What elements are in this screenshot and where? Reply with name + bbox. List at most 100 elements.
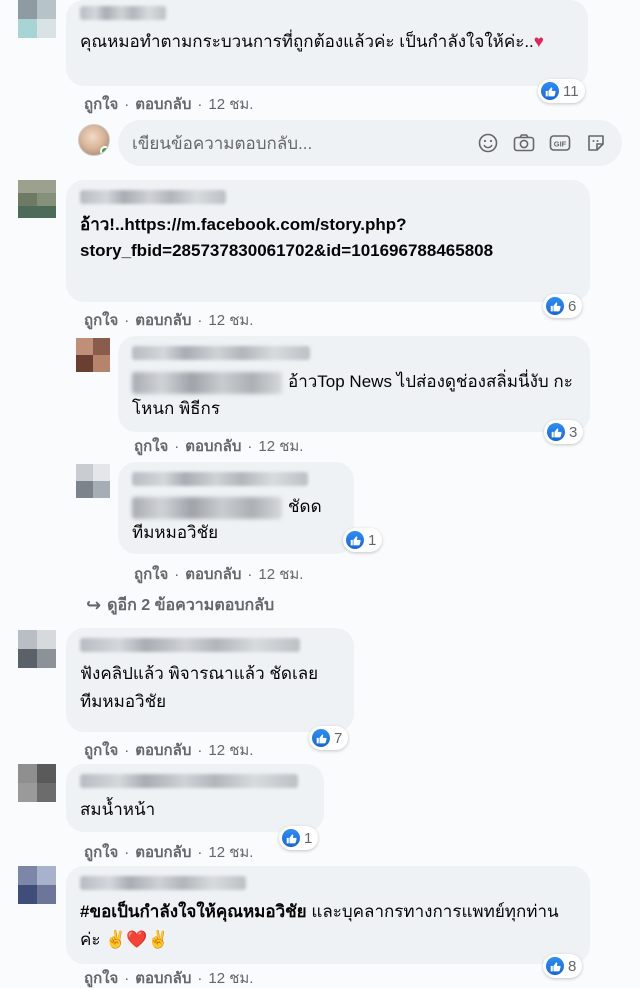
reply-input[interactable]: เขียนข้อความตอบกลับ... GIF bbox=[118, 120, 622, 166]
reply-arrow-icon: ↪ bbox=[86, 595, 102, 615]
comment-actions: ถูกใจ · ตอบกลับ · 12 ชม. bbox=[84, 738, 253, 762]
like-icon bbox=[546, 957, 564, 975]
reply-input-placeholder: เขียนข้อความตอบกลับ... bbox=[132, 133, 313, 153]
avatar[interactable] bbox=[18, 630, 56, 668]
reply-bubble: ชัดด ทีมหมอวิชัย bbox=[118, 462, 354, 554]
reply-button[interactable]: ตอบกลับ bbox=[135, 738, 191, 762]
svg-text:GIF: GIF bbox=[554, 140, 567, 149]
gif-icon[interactable]: GIF bbox=[548, 131, 572, 155]
separator: · bbox=[197, 95, 203, 113]
timestamp[interactable]: 12 ชม. bbox=[208, 308, 253, 332]
reply-bubble: อ้าวTop News ไปส่องดูช่องสลิ่มนี่งับ กะโ… bbox=[118, 336, 590, 432]
emoji-icon[interactable] bbox=[476, 131, 500, 155]
commenter-name-blurred[interactable] bbox=[80, 876, 246, 890]
comment-bubble: อ้าว!..https://m.facebook.com/story.php?… bbox=[66, 180, 590, 302]
reply-button[interactable]: ตอบกลับ bbox=[185, 434, 241, 458]
like-count: 1 bbox=[304, 829, 313, 847]
like-button[interactable]: ถูกใจ bbox=[134, 562, 168, 586]
avatar[interactable] bbox=[18, 866, 56, 904]
commenter-name-blurred[interactable] bbox=[80, 6, 166, 20]
separator: · bbox=[124, 969, 130, 987]
hashtag-link[interactable]: #ขอเป็นกำลังใจให้คุณหมอวิชัย bbox=[80, 902, 307, 921]
comment-bubble: คุณหมอทำตามกระบวนการที่ถูกต้องแล้วค่ะ เป… bbox=[66, 0, 588, 86]
reaction-count[interactable]: 1 bbox=[279, 826, 319, 850]
comment-actions: ถูกใจ · ตอบกลับ · 12 ชม. bbox=[84, 966, 253, 988]
mentioned-name-blurred[interactable] bbox=[132, 371, 282, 394]
separator: · bbox=[197, 969, 203, 987]
separator: · bbox=[124, 95, 130, 113]
comment-text: #ขอเป็นกำลังใจให้คุณหมอวิชัย และบุคลากรท… bbox=[80, 902, 559, 949]
avatar[interactable] bbox=[18, 180, 56, 218]
like-button[interactable]: ถูกใจ bbox=[84, 966, 118, 988]
sticker-icon[interactable] bbox=[584, 131, 608, 155]
separator: · bbox=[247, 437, 253, 455]
reply-button[interactable]: ตอบกลับ bbox=[135, 308, 191, 332]
separator: · bbox=[124, 311, 130, 329]
separator: · bbox=[174, 437, 180, 455]
comment-text: ฟังคลิปแล้ว พิจารณาแล้ว ชัดเลย ทีมหมอวิช… bbox=[80, 664, 319, 711]
like-icon bbox=[541, 82, 559, 100]
comment-text: อ้าว!..https://m.facebook.com/story.php?… bbox=[80, 212, 576, 264]
like-count: 1 bbox=[368, 531, 377, 549]
reply-button[interactable]: ตอบกลับ bbox=[185, 562, 241, 586]
reaction-count[interactable]: 11 bbox=[538, 79, 585, 103]
timestamp[interactable]: 12 ชม. bbox=[208, 92, 253, 116]
reaction-count[interactable]: 7 bbox=[309, 726, 349, 750]
reply-actions: ถูกใจ · ตอบกลับ · 12 ชม. bbox=[134, 562, 303, 586]
like-icon bbox=[282, 829, 300, 847]
reaction-count[interactable]: 6 bbox=[543, 294, 583, 318]
like-button[interactable]: ถูกใจ bbox=[134, 434, 168, 458]
separator: · bbox=[124, 741, 130, 759]
comment-link[interactable]: อ้าว!..https://m.facebook.com/story.php?… bbox=[80, 215, 493, 260]
like-icon bbox=[546, 297, 564, 315]
like-button[interactable]: ถูกใจ bbox=[84, 840, 118, 864]
camera-icon[interactable] bbox=[512, 131, 536, 155]
comment-text: อ้าวTop News ไปส่องดูช่องสลิ่มนี่งับ กะโ… bbox=[132, 371, 573, 418]
separator: · bbox=[174, 565, 180, 583]
like-button[interactable]: ถูกใจ bbox=[84, 92, 118, 116]
reply-actions: ถูกใจ · ตอบกลับ · 12 ชม. bbox=[134, 434, 303, 458]
timestamp[interactable]: 12 ชม. bbox=[258, 562, 303, 586]
separator: · bbox=[197, 741, 203, 759]
comment-actions: ถูกใจ · ตอบกลับ · 12 ชม. bbox=[84, 308, 253, 332]
separator: · bbox=[197, 311, 203, 329]
timestamp[interactable]: 12 ชม. bbox=[208, 966, 253, 988]
separator: · bbox=[124, 843, 130, 861]
reaction-count[interactable]: 8 bbox=[543, 954, 583, 978]
avatar[interactable] bbox=[18, 0, 56, 38]
commenter-name-blurred[interactable] bbox=[80, 774, 298, 788]
like-count: 6 bbox=[568, 297, 577, 315]
timestamp[interactable]: 12 ชม. bbox=[208, 840, 253, 864]
comment-text: ชัดด ทีมหมอวิชัย bbox=[132, 496, 322, 542]
reply-button[interactable]: ตอบกลับ bbox=[135, 840, 191, 864]
commenter-name-blurred[interactable] bbox=[80, 190, 226, 204]
like-icon bbox=[346, 531, 364, 549]
mentioned-name-blurred[interactable] bbox=[132, 496, 282, 519]
like-button[interactable]: ถูกใจ bbox=[84, 738, 118, 762]
avatar[interactable] bbox=[76, 464, 110, 498]
like-icon bbox=[547, 423, 565, 441]
timestamp[interactable]: 12 ชม. bbox=[258, 434, 303, 458]
commenter-name-blurred[interactable] bbox=[132, 472, 308, 486]
view-more-replies-link[interactable]: ↪ ดูอีก 2 ข้อความตอบกลับ bbox=[86, 593, 274, 618]
comment-bubble: ฟังคลิปแล้ว พิจารณาแล้ว ชัดเลย ทีมหมอวิช… bbox=[66, 628, 354, 732]
comment-bubble: #ขอเป็นกำลังใจให้คุณหมอวิชัย และบุคลากรท… bbox=[66, 866, 590, 964]
reaction-count[interactable]: 3 bbox=[544, 420, 584, 444]
like-count: 3 bbox=[569, 423, 578, 441]
commenter-name-blurred[interactable] bbox=[80, 638, 300, 652]
like-count: 11 bbox=[563, 82, 579, 100]
avatar[interactable] bbox=[76, 338, 110, 372]
separator: · bbox=[247, 565, 253, 583]
comment-text: คุณหมอทำตามกระบวนการที่ถูกต้องแล้วค่ะ เป… bbox=[80, 32, 544, 51]
comment-actions: ถูกใจ · ตอบกลับ · 12 ชม. bbox=[84, 840, 253, 864]
reply-button[interactable]: ตอบกลับ bbox=[135, 966, 191, 988]
reply-button[interactable]: ตอบกลับ bbox=[135, 92, 191, 116]
avatar[interactable] bbox=[18, 764, 56, 802]
reaction-count[interactable]: 1 bbox=[343, 528, 383, 552]
current-user-avatar bbox=[78, 124, 110, 156]
comment-text: สมน้ำหน้า bbox=[80, 800, 156, 819]
like-count: 8 bbox=[568, 957, 577, 975]
like-button[interactable]: ถูกใจ bbox=[84, 308, 118, 332]
timestamp[interactable]: 12 ชม. bbox=[208, 738, 253, 762]
commenter-name-blurred[interactable] bbox=[132, 346, 310, 360]
